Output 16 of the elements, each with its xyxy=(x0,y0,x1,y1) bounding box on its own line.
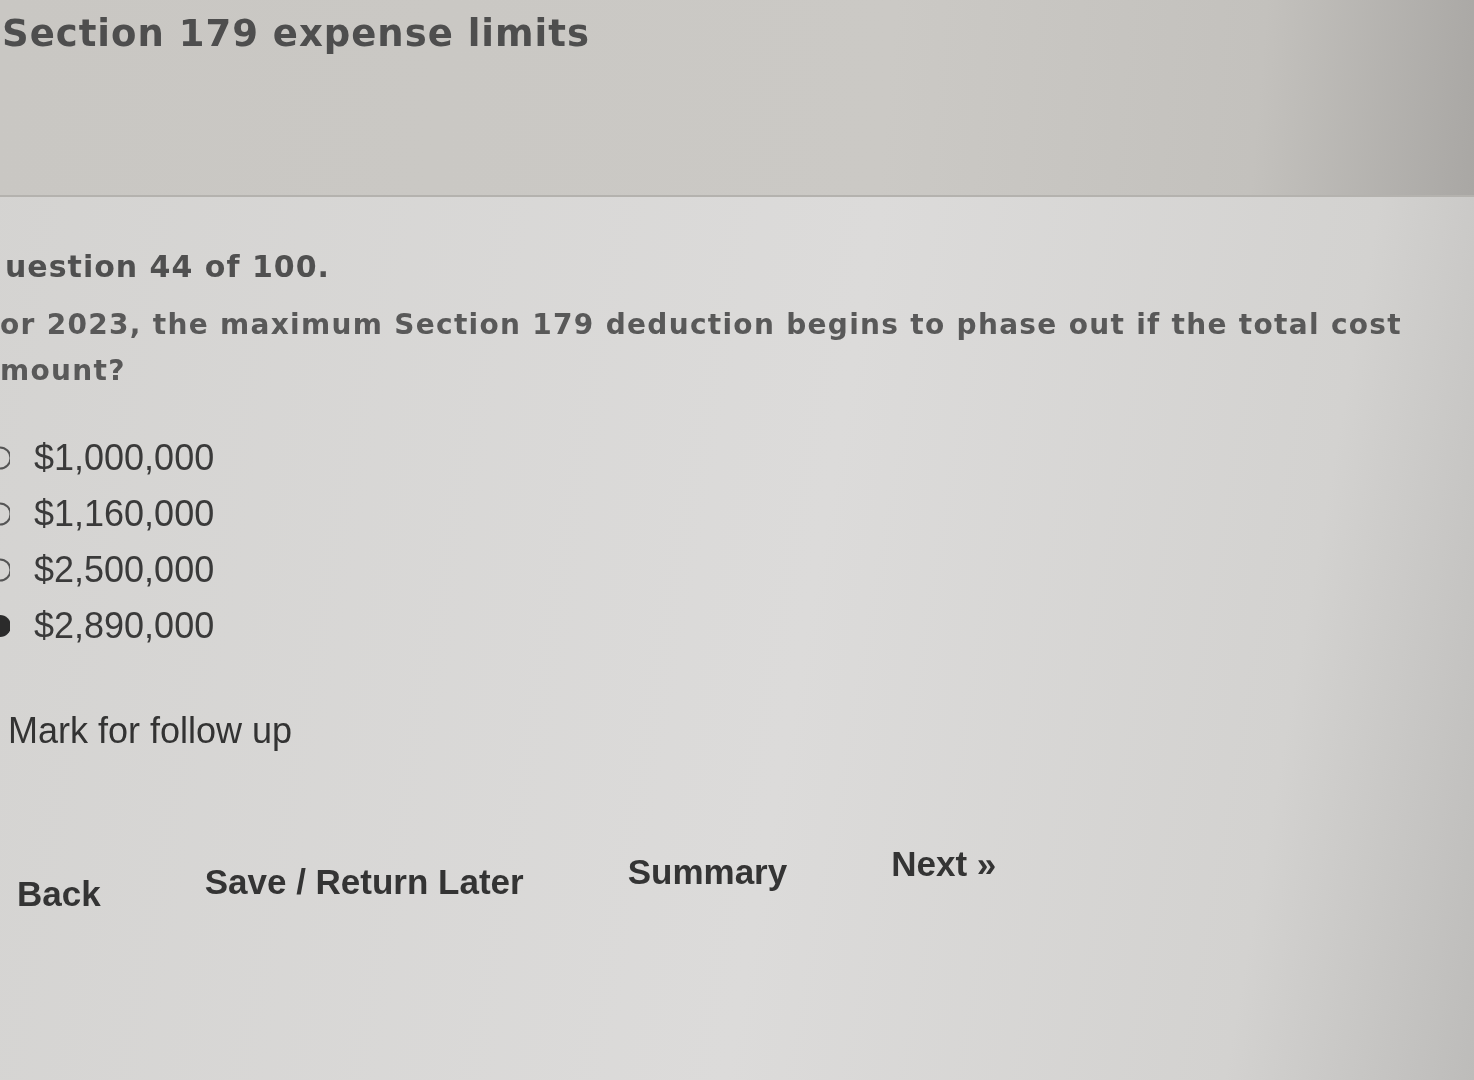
nav-button[interactable]: Summary xyxy=(627,852,788,892)
nav-button[interactable]: Back xyxy=(17,874,101,914)
question-number: uestion 44 of 100. xyxy=(5,249,330,284)
page-title: Section 179 expense limits xyxy=(1,12,590,55)
radio-icon[interactable] xyxy=(0,502,10,526)
radio-icon[interactable] xyxy=(0,614,10,638)
radio-icon[interactable] xyxy=(0,446,10,470)
nav-button[interactable]: Save / Return Later xyxy=(204,862,524,902)
option-label[interactable]: $2,500,000 xyxy=(34,549,215,591)
nav-button[interactable]: Next » xyxy=(891,844,997,884)
radio-icon[interactable] xyxy=(0,558,10,582)
question-text: or 2023, the maximum Section 179 deduction begins to phase out if the total cost mount? xyxy=(0,307,1402,389)
follow-up-label[interactable]: Mark for follow up xyxy=(8,710,293,752)
option-label[interactable]: $1,000,000 xyxy=(34,437,215,479)
option-label[interactable]: $1,160,000 xyxy=(34,493,215,535)
option-label[interactable]: $2,890,000 xyxy=(34,605,215,647)
